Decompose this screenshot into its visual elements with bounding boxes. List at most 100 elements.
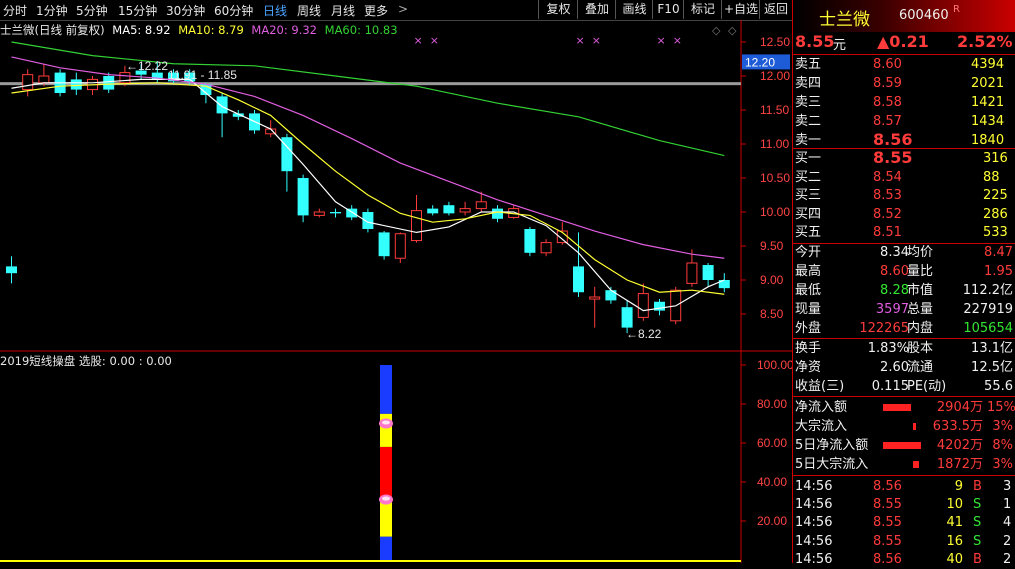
price-tick-label: 9.00 [760,273,784,287]
quote-value: 3597 [875,302,909,317]
quote-value: 112.2亿 [962,283,1013,298]
quote-label: 外盘 [795,321,822,336]
tick-time: 14:56 [795,551,833,567]
money-flow-row[interactable]: 5日大宗流入 1872万 3% [793,456,1015,474]
candle-body [540,242,552,254]
tick-price: 8.55 [873,515,902,531]
tick-volume: 41 [946,515,963,531]
candle-body [103,76,115,90]
candle-body [70,79,82,90]
ask-price: 8.58 [873,95,902,110]
bid-row[interactable]: 买二 8.54 88 [793,169,1015,187]
money-flow-row[interactable]: 5日净流入额 4202万 8% [793,437,1015,455]
quote-value: 105654 [963,321,1013,336]
quote-label: 最高 [795,264,822,279]
quote-value: 8.47 [984,245,1013,260]
ask-row[interactable]: 卖四 8.59 2021 [793,75,1015,93]
tick-count: 4 [1003,515,1012,531]
tick-side: S [973,497,982,513]
tick-row: 14:56 8.55 41 S 4 [793,514,1015,532]
money-flow-bar [883,404,911,411]
tick-time: 14:56 [795,515,833,531]
fundamental-row: 净资 2.60 流通 12.5亿 [793,359,1015,377]
price-tick-label: 10.00 [760,205,790,219]
candle-body [443,205,455,214]
ma60-line [11,41,725,157]
quote-row: 今开 8.34 均价 8.47 [793,244,1015,262]
candle-body [216,96,228,114]
rzrq-badge: R [953,4,960,15]
quote-label: 均价 [907,245,934,260]
indicator-bar-segment [380,536,392,560]
signal-marker: × [592,34,601,47]
bid-label: 买二 [795,169,822,185]
indicator-title: 2019短线操盘 选股: 0.00 : 0.00 [0,354,172,368]
ask-row[interactable]: 卖三 8.58 1421 [793,94,1015,112]
quote-row: 最高 8.60 量比 1.95 [793,263,1015,281]
ask-volume: 1421 [971,95,1005,110]
money-flow-bar [883,442,921,449]
tick-price: 8.55 [873,497,902,513]
money-flow-row[interactable]: 净流入额 2904万 15% [793,399,1015,417]
candle-body [573,266,584,293]
candle-body [394,233,406,259]
candle-body [589,296,601,300]
signal-marker: × [673,34,682,47]
indicator-tick-label: 100.00 [757,358,792,372]
candle-body [378,232,390,257]
tick-count: 2 [1003,551,1012,567]
money-flow-pct: 3% [992,419,1013,434]
quote-label: 市值 [907,283,934,298]
bid-row[interactable]: 买五 8.51 533 [793,224,1015,242]
tick-time: 14:56 [795,479,833,494]
fundamental-value: 1.83% [867,341,909,356]
candle-body [313,211,325,216]
bid-price: 8.52 [873,206,902,222]
tick-row: 14:56 8.56 9 B 3 [793,478,1015,496]
candle-body [22,74,34,91]
indicator-signal-dot-highlight [382,420,390,425]
fundamental-row: 收益(三) 0.115 PE(动) 55.6 [793,378,1015,396]
kline-chart[interactable]: × × × × × × ←12.2211.91 - 11.85 ←8.22 12.50 12.… [0,0,792,563]
quote-value: 227919 [963,302,1013,317]
money-flow-label: 净流入额 [795,400,848,415]
price-tick-label: 12.50 [760,35,790,49]
money-flow-value: 633.5万 [932,419,983,434]
bid-price: 8.51 [873,225,902,240]
ask-price: 8.56 [873,130,913,149]
candle-body [6,266,17,274]
tick-volume: 10 [946,497,963,513]
ask-price: 8.60 [873,57,902,72]
bid-row[interactable]: 买三 8.53 225 [793,187,1015,205]
candle-body [686,262,698,284]
fundamental-value: 55.6 [984,379,1013,394]
ask-volume: 1434 [971,114,1005,129]
ask-price: 8.59 [873,76,902,91]
tick-count: 2 [1003,533,1012,549]
indicator-tick-label: 60.00 [757,436,787,450]
bid-row[interactable]: 买四 8.52 286 [793,206,1015,224]
money-flow-row[interactable]: 大宗流入 633.5万 3% [793,418,1015,436]
tick-count: 3 [1003,479,1012,494]
bid-row[interactable]: 买一 8.55 316 [793,148,1015,168]
quote-value: 8.34 [880,245,909,260]
indicator-tick-label: 40.00 [757,475,787,489]
quote-row: 外盘 122265 内盘 105654 [793,320,1015,338]
price-tick-label: 12.00 [760,69,790,83]
price-tick-label: 11.00 [760,137,789,151]
tick-volume: 9 [954,479,963,494]
ask-volume: 2021 [971,76,1005,91]
ask-row[interactable]: 卖二 8.57 1434 [793,113,1015,131]
price-change-pct: 2.52% [957,32,1013,51]
fundamental-label: 收益(三) [795,379,845,394]
bid-price: 8.55 [873,148,913,167]
money-flow-label: 5日净流入额 [795,438,869,453]
bid-volume: 225 [983,188,1008,203]
ask-label: 卖四 [795,76,822,91]
tick-volume: 16 [946,533,963,549]
tick-side: B [973,551,982,567]
quote-label: 总量 [907,302,934,317]
candle-body [492,208,503,219]
ask-row[interactable]: 卖五 8.60 4394 [793,56,1015,74]
bid-volume: 286 [983,206,1008,222]
